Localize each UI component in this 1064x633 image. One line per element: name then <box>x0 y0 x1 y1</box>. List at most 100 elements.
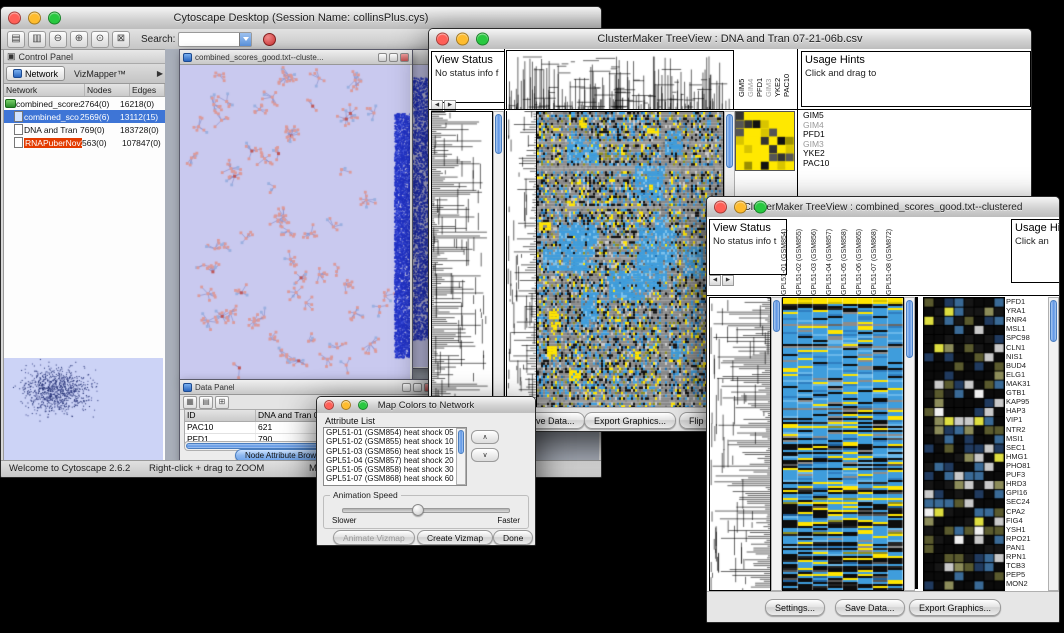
gene-label[interactable]: VIP1 <box>1006 415 1048 424</box>
search-input[interactable] <box>178 32 252 47</box>
gene-label[interactable]: MSI1 <box>1006 434 1048 443</box>
heatmap[interactable] <box>536 111 724 409</box>
minimize-icon[interactable] <box>456 33 469 46</box>
gene-label[interactable]: YSH1 <box>1006 525 1048 534</box>
zoom-heatmap[interactable] <box>923 297 1005 591</box>
gene-label[interactable]: ELG1 <box>1006 370 1048 379</box>
gene-label[interactable]: RNR4 <box>1006 315 1048 324</box>
gene-label[interactable]: RPN1 <box>1006 552 1048 561</box>
zoom-window-icon[interactable] <box>754 201 767 214</box>
zoom-fit-icon[interactable]: ⊙ <box>91 31 109 48</box>
attribute-select-icon[interactable]: ▦ <box>183 396 197 409</box>
titlebar[interactable]: Map Colors to Network <box>317 397 535 414</box>
attribute-list-item[interactable]: GPL51-01 (GSM854) heat shock 05 min <box>324 428 466 437</box>
attribute-list-item[interactable]: GPL51-03 (GSM856) heat shock 15 min <box>324 447 466 456</box>
gene-label[interactable]: NTR2 <box>1006 425 1048 434</box>
gene-label[interactable]: SEC1 <box>1006 443 1048 452</box>
add-attribute-icon[interactable]: ⊞ <box>215 396 229 409</box>
minimize-icon[interactable] <box>28 12 41 25</box>
network-view[interactable] <box>180 65 410 379</box>
tab-network[interactable]: Network <box>6 66 65 81</box>
zoom-matrix[interactable] <box>735 111 795 171</box>
done-button[interactable]: Done <box>493 530 533 545</box>
gene-label[interactable]: HRD3 <box>1006 479 1048 488</box>
gene-label[interactable]: CPA2 <box>1006 507 1048 516</box>
vertical-scrollbar[interactable] <box>493 111 504 409</box>
scroll-right-icon[interactable]: ▶ <box>722 275 734 286</box>
zoom-window-icon[interactable] <box>476 33 489 46</box>
save-icon[interactable]: ▥ <box>28 31 46 48</box>
zoom-in-icon[interactable]: ⊕ <box>70 31 88 48</box>
network-row[interactable]: DNA and Tran 07 769(0) 183728(0) <box>4 123 165 136</box>
table-icon[interactable]: ▤ <box>199 396 213 409</box>
zoom-selected-icon[interactable]: ⊠ <box>112 31 130 48</box>
gene-label[interactable]: GPI16 <box>1006 488 1048 497</box>
tab-overflow-icon[interactable]: ▶ <box>157 69 163 78</box>
speed-slider-track[interactable] <box>342 508 510 513</box>
titlebar[interactable]: ClusterMaker TreeView : DNA and Tran 07-… <box>429 29 1031 50</box>
gene-label[interactable]: PEP5 <box>1006 570 1048 579</box>
heatmap[interactable] <box>782 297 904 591</box>
close-icon[interactable] <box>714 201 727 214</box>
settings-button[interactable]: Settings... <box>765 599 825 616</box>
gene-label[interactable]: FIG4 <box>1006 516 1048 525</box>
network-row-selected[interactable]: combined_sco 2569(6) 13112(15) <box>4 110 165 123</box>
create-vizmap-button[interactable]: Create Vizmap <box>417 530 493 545</box>
speed-slider-thumb[interactable] <box>412 504 424 516</box>
close-icon[interactable] <box>324 400 334 410</box>
row-dendrogram[interactable] <box>506 111 537 407</box>
gene-list-scrollbar[interactable] <box>1048 297 1059 591</box>
titlebar[interactable]: ClusterMaker TreeView : combined_scores_… <box>707 197 1059 218</box>
save-data-button[interactable]: Save Data... <box>835 599 905 616</box>
minimize-icon[interactable] <box>341 400 351 410</box>
gene-label[interactable]: HMG1 <box>1006 452 1048 461</box>
combo-arrow-icon[interactable] <box>239 33 251 46</box>
gene-label[interactable]: MAK31 <box>1006 379 1048 388</box>
gene-label[interactable]: BUD4 <box>1006 361 1048 370</box>
attribute-list-item[interactable]: GPL51-02 (GSM855) heat shock 10 min <box>324 437 466 446</box>
scroll-left-icon[interactable]: ◀ <box>709 275 721 286</box>
zoom-out-icon[interactable]: ⊖ <box>49 31 67 48</box>
export-graphics-button[interactable]: Export Graphics... <box>909 599 1001 616</box>
export-graphics-button[interactable]: Export Graphics... <box>584 412 676 429</box>
gene-label[interactable]: HAP3 <box>1006 406 1048 415</box>
row-dendrogram[interactable] <box>709 297 771 591</box>
attribute-list-item[interactable]: GPL51-05 (GSM858) heat shock 30 min <box>324 465 466 474</box>
gene-label[interactable]: MSL1 <box>1006 324 1048 333</box>
minimize-icon[interactable] <box>402 383 411 392</box>
close-icon[interactable] <box>400 53 409 62</box>
minimize-icon[interactable] <box>734 201 747 214</box>
gene-label[interactable]: KAP95 <box>1006 397 1048 406</box>
maximize-icon[interactable] <box>413 383 422 392</box>
zoom-window-icon[interactable] <box>358 400 368 410</box>
frame-titlebar[interactable]: Data Panel <box>180 380 436 395</box>
gene-label[interactable]: PAN1 <box>1006 543 1048 552</box>
tab-vizmapper[interactable]: VizMapper™ <box>67 66 133 81</box>
network-row[interactable]: RNAPuberNov2+ 563(0) 107847(0) <box>4 136 165 149</box>
gene-label[interactable]: PFD1 <box>1006 297 1048 306</box>
move-up-button[interactable]: ∧ <box>471 430 499 444</box>
gene-label[interactable]: GTB1 <box>1006 388 1048 397</box>
move-down-button[interactable]: ∨ <box>471 448 499 462</box>
heatmap-scrollbar[interactable] <box>904 297 915 591</box>
attribute-list-item[interactable]: GPL51-07 (GSM868) heat shock 60 min <box>324 474 466 483</box>
gene-label[interactable]: PAC10 <box>803 159 829 169</box>
titlebar[interactable]: Cytoscape Desktop (Session Name: collins… <box>1 7 601 30</box>
column-dendrogram[interactable] <box>506 50 734 110</box>
close-icon[interactable] <box>8 12 21 25</box>
annotation-icon[interactable] <box>263 33 276 46</box>
gene-label[interactable]: YRA1 <box>1006 306 1048 315</box>
open-icon[interactable]: ▤ <box>7 31 25 48</box>
row-dendrogram-overview[interactable] <box>431 111 493 409</box>
gene-label[interactable]: PHO81 <box>1006 461 1048 470</box>
maximize-icon[interactable] <box>389 53 398 62</box>
gene-label[interactable]: CLN1 <box>1006 343 1048 352</box>
zoom-window-icon[interactable] <box>48 12 61 25</box>
gene-label[interactable]: PUF3 <box>1006 470 1048 479</box>
gene-label[interactable]: TCB3 <box>1006 561 1048 570</box>
animate-vizmap-button[interactable]: Animate Vizmap <box>333 530 415 545</box>
list-scrollbar[interactable] <box>456 428 466 485</box>
attribute-list-item[interactable]: GPL51-04 (GSM857) heat shock 20 min <box>324 456 466 465</box>
gene-label[interactable]: SEC24 <box>1006 497 1048 506</box>
gene-label[interactable]: SPC98 <box>1006 333 1048 342</box>
